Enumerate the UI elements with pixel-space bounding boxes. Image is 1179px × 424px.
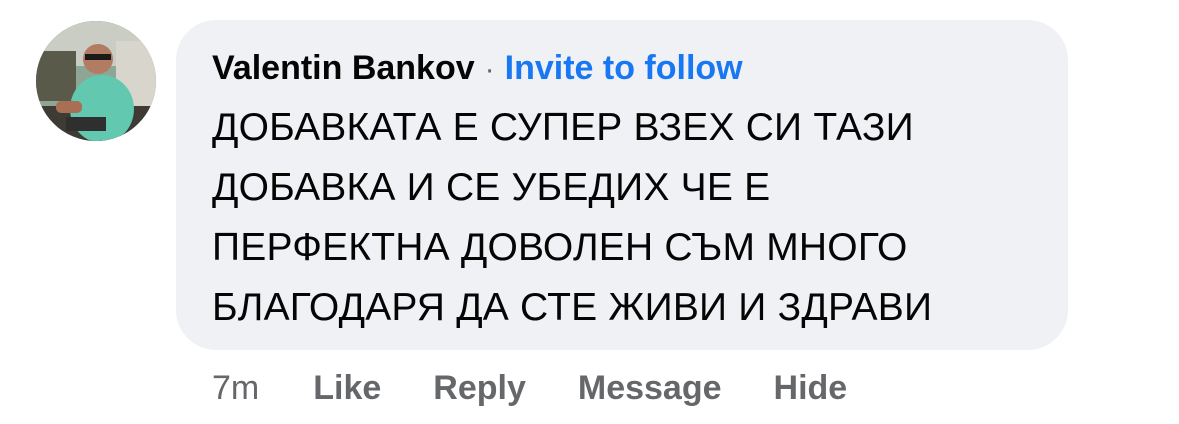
like-button[interactable]: Like — [313, 366, 381, 410]
invite-to-follow-link[interactable]: Invite to follow — [505, 46, 743, 90]
comment: Valentin Bankov · Invite to follow ДОБАВ… — [0, 0, 1179, 424]
author-name[interactable]: Valentin Bankov — [212, 46, 475, 90]
avatar[interactable] — [36, 21, 156, 141]
comment-header: Valentin Bankov · Invite to follow — [212, 46, 1034, 92]
reply-button[interactable]: Reply — [433, 366, 526, 410]
comment-bubble: Valentin Bankov · Invite to follow ДОБАВ… — [176, 20, 1068, 350]
avatar-photo — [36, 21, 156, 141]
message-button[interactable]: Message — [578, 366, 722, 410]
separator-dot: · — [484, 53, 495, 86]
comment-actions: 7m Like Reply Message Hide — [212, 366, 847, 410]
comment-text: ДОБАВКАТА Е СУПЕР ВЗЕХ СИ ТАЗИ ДОБАВКА И… — [212, 106, 933, 329]
hide-button[interactable]: Hide — [774, 366, 848, 410]
timestamp[interactable]: 7m — [212, 366, 259, 410]
